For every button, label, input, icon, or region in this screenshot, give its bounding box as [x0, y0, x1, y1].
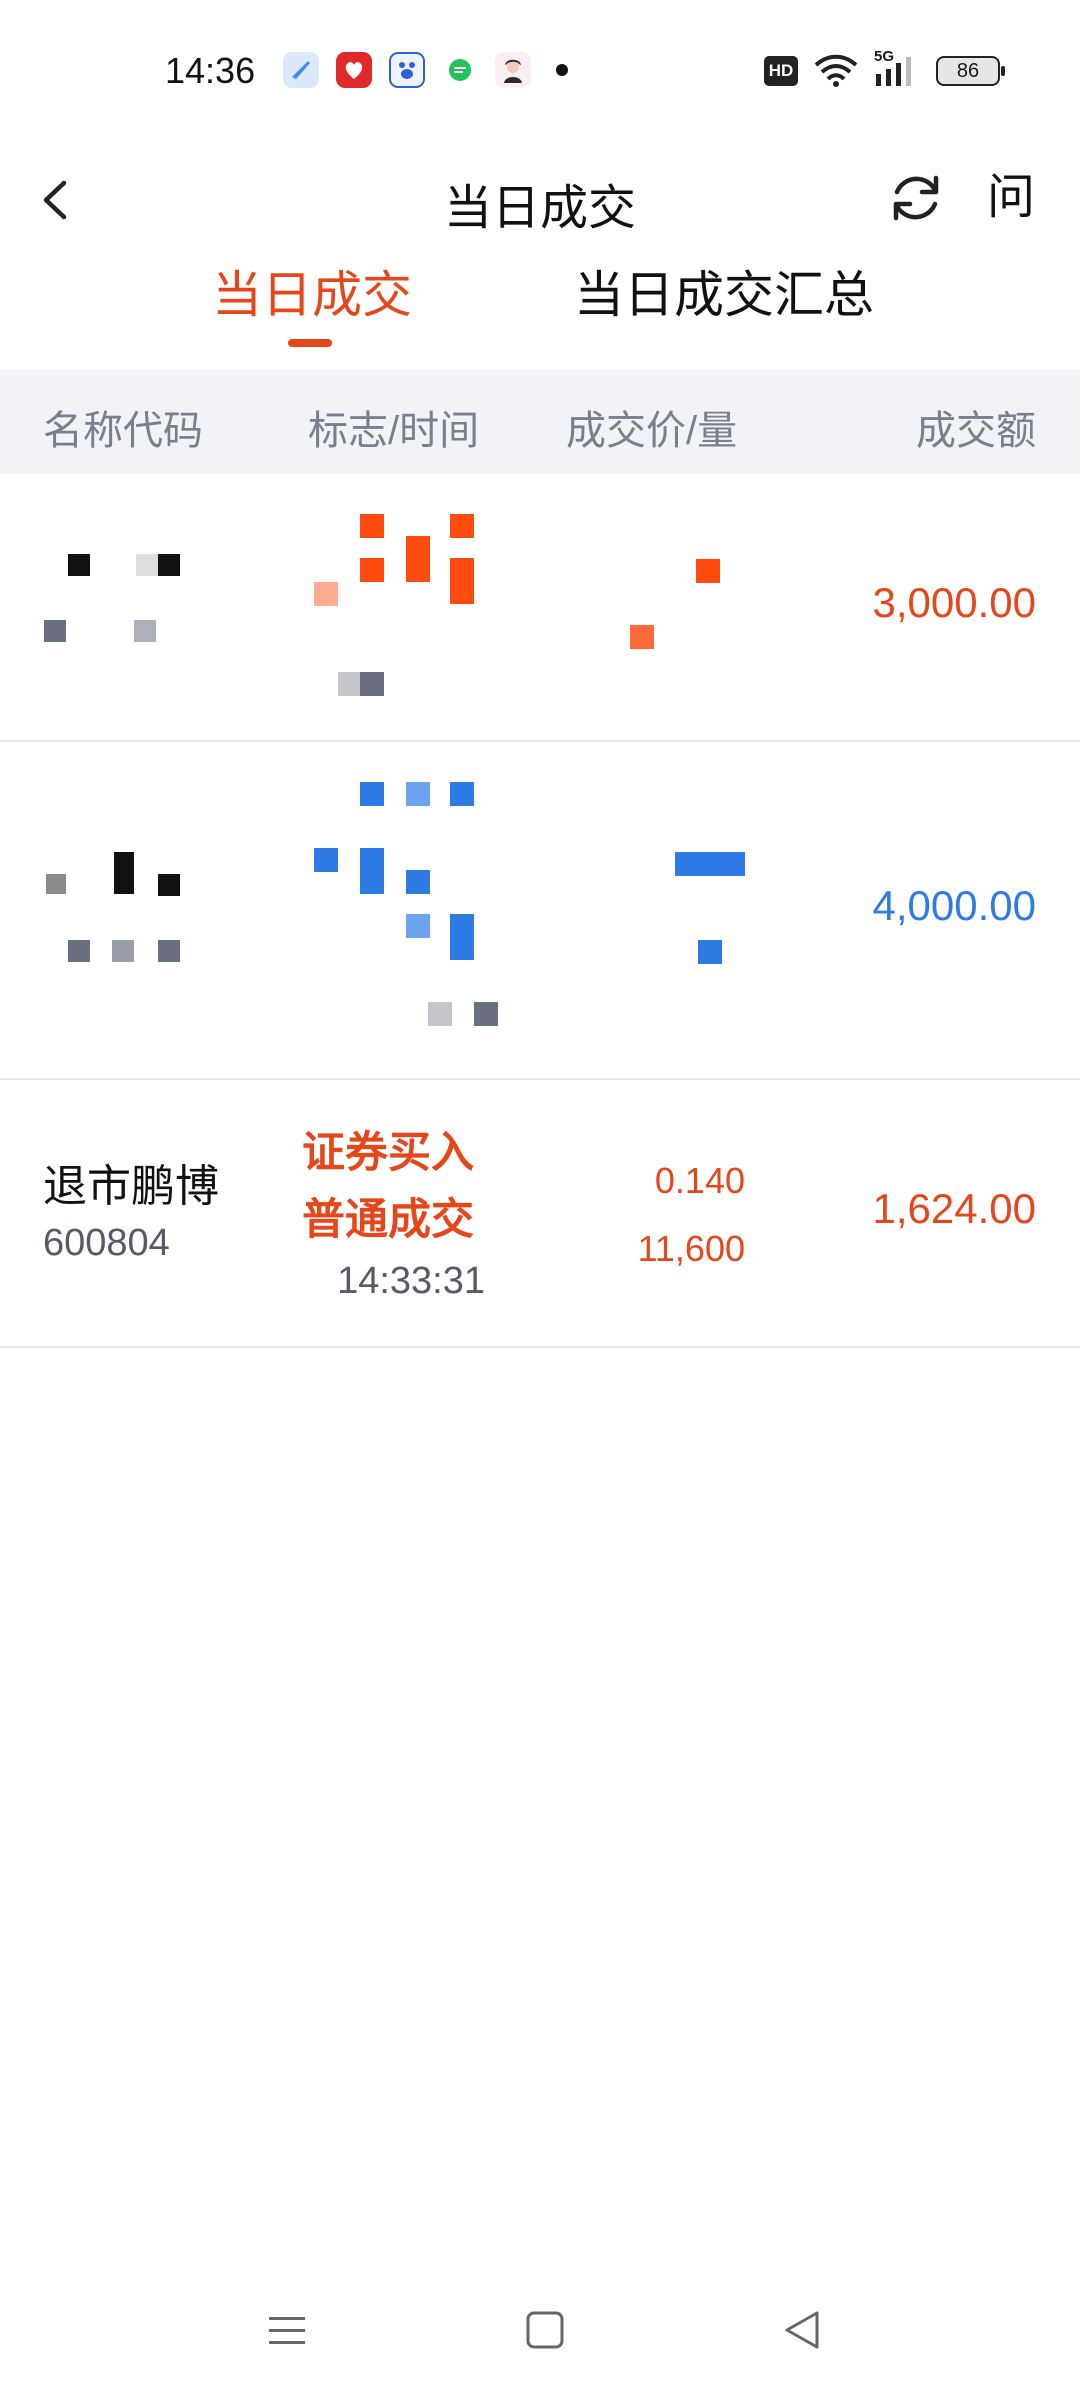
tab-bar: 当日成交 当日成交汇总: [0, 245, 1080, 355]
recent-apps-button[interactable]: [257, 2300, 317, 2360]
home-square-icon: [526, 2311, 564, 2349]
home-button[interactable]: [515, 2300, 575, 2360]
menu-icon: [269, 2317, 305, 2344]
masked-price-qty: [660, 852, 760, 972]
masked-name-code: [40, 852, 210, 962]
trade-amount: 1,624.00: [872, 1185, 1037, 1232]
wifi-icon: [814, 54, 858, 87]
hd-icon: HD: [764, 56, 798, 86]
column-header-flag-time: 标志/时间: [308, 409, 480, 453]
more-notifications-dot: [556, 64, 568, 76]
trade-type: 普通成交: [302, 1196, 474, 1244]
trade-price: 0.140: [654, 1160, 745, 1201]
red-app-icon: [336, 52, 372, 88]
notification-icons: [283, 52, 568, 88]
battery-icon: 86: [936, 56, 1005, 86]
active-tab-indicator: [288, 339, 332, 347]
column-header-price-qty: 成交价/量: [566, 409, 738, 453]
status-indicators: HD 5G 86: [764, 48, 1005, 88]
refresh-button[interactable]: [880, 162, 952, 234]
trade-amount: 4,000.00: [872, 882, 1037, 929]
trade-direction: 证券买入: [302, 1129, 474, 1177]
refresh-icon: [893, 175, 939, 221]
stock-code: 600804: [43, 1222, 170, 1264]
trade-time: 14:33:31: [337, 1260, 485, 1302]
tab-today-trades[interactable]: 当日成交: [212, 255, 412, 327]
battery-level: 86: [956, 59, 980, 82]
nav-bar: 当日成交 问: [0, 140, 1080, 260]
column-header-amount: 成交额: [916, 409, 1036, 453]
trade-amount: 3,000.00: [872, 579, 1037, 626]
trade-quantity: 11,600: [637, 1228, 745, 1269]
avatar-app-icon: [495, 52, 531, 88]
column-header-name-code: 名称代码: [43, 409, 203, 453]
masked-price-qty: [620, 559, 750, 649]
masked-flag-time: [310, 514, 480, 714]
baidu-paw-icon: [389, 52, 425, 88]
triangle-back-icon: [785, 2311, 819, 2349]
table-row[interactable]: 4,000.00: [0, 742, 1080, 1080]
status-bar: 14:36 HD 5G 86: [0, 0, 1080, 140]
system-back-button[interactable]: [773, 2300, 833, 2360]
masked-name-code: [40, 554, 210, 644]
green-chat-icon: [442, 52, 478, 88]
table-row[interactable]: 3,000.00: [0, 474, 1080, 742]
bird-app-icon: [283, 52, 319, 88]
signal-icon: 5G: [874, 48, 920, 88]
masked-flag-time: [310, 782, 500, 1052]
tab-today-summary[interactable]: 当日成交汇总: [574, 255, 874, 327]
status-time: 14:36: [165, 50, 256, 91]
stock-name: 退市鹏博: [43, 1162, 219, 1211]
table-row[interactable]: 退市鹏博 600804 证券买入 普通成交 14:33:31 0.140 11,…: [0, 1080, 1080, 1348]
ask-button[interactable]: 问: [975, 162, 1047, 234]
system-nav-bar: [0, 2290, 1080, 2380]
table-header: 名称代码 标志/时间 成交价/量 成交额: [0, 370, 1080, 474]
